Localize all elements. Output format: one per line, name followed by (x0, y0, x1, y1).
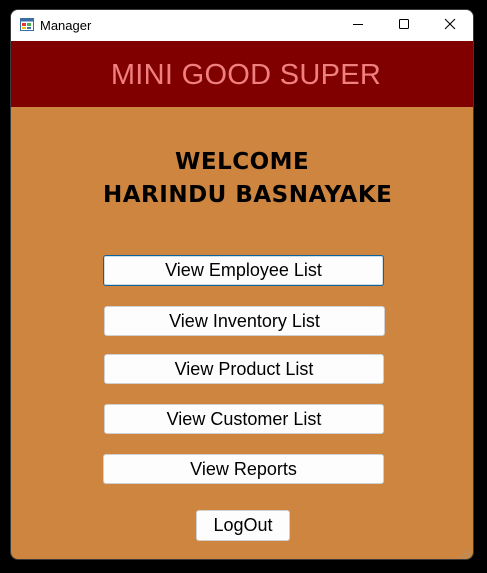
app-icon (20, 18, 34, 31)
view-customer-list-button[interactable]: View Customer List (104, 404, 384, 434)
logout-button[interactable]: LogOut (196, 510, 290, 541)
store-name-title: MINI GOOD SUPER (110, 59, 382, 91)
title-bar[interactable]: Manager (11, 10, 473, 41)
view-product-list-button[interactable]: View Product List (104, 354, 384, 384)
minimize-icon (352, 17, 364, 35)
close-button[interactable] (427, 10, 473, 41)
manager-window: Manager MINI GOOD SUPER Welcome Harindu … (11, 10, 473, 559)
view-employee-list-button[interactable]: View Employee List (103, 255, 384, 286)
user-name-label: Harindu Basnayake (103, 182, 393, 208)
view-inventory-list-button[interactable]: View Inventory List (104, 306, 385, 336)
resize-grip-icon[interactable] (460, 546, 470, 558)
welcome-label: Welcome (175, 149, 310, 175)
minimize-button[interactable] (335, 10, 381, 41)
close-icon (444, 17, 456, 35)
header-banner: MINI GOOD SUPER (11, 41, 473, 107)
maximize-icon (398, 17, 410, 35)
window-title: Manager (40, 18, 92, 33)
maximize-button[interactable] (381, 10, 427, 41)
view-reports-button[interactable]: View Reports (103, 454, 384, 484)
